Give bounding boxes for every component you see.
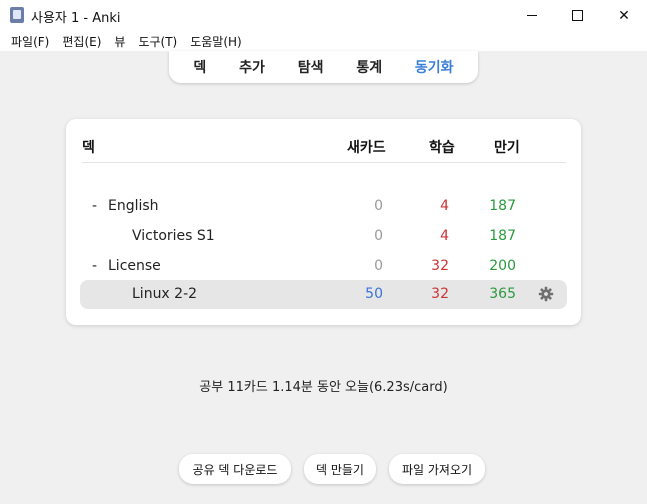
minimize-icon — [527, 15, 537, 16]
deck-name[interactable]: Linux 2-2 — [132, 286, 197, 302]
header-due: 만기 — [494, 140, 520, 156]
create-deck-button[interactable]: 덱 만들기 — [304, 454, 376, 484]
new-count: 0 — [374, 228, 383, 244]
header-deck: 덱 — [82, 140, 95, 156]
new-count: 50 — [365, 286, 383, 302]
title-bar: 사용자 1 - Anki ✕ — [0, 0, 647, 32]
main-content: 덱 추가 탐색 통계 동기화 덱 새카드 학습 만기 - English 0 4… — [0, 51, 647, 504]
menu-tools[interactable]: 도구(T) — [138, 33, 177, 50]
deck-name[interactable]: English — [108, 198, 159, 214]
due-count: 187 — [489, 198, 516, 214]
menu-help[interactable]: 도움말(H) — [190, 33, 242, 50]
menu-file[interactable]: 파일(F) — [11, 33, 49, 50]
header-new: 새카드 — [347, 140, 386, 156]
menu-edit[interactable]: 편집(E) — [62, 33, 101, 50]
deck-row-victories-s1[interactable]: Victories S1 0 4 187 — [80, 222, 567, 251]
top-toolbar: 덱 추가 탐색 통계 동기화 — [169, 51, 478, 83]
header-learn: 학습 — [429, 140, 455, 156]
due-count: 200 — [489, 258, 516, 274]
due-count: 365 — [489, 286, 516, 302]
deck-name[interactable]: Victories S1 — [132, 228, 215, 244]
tab-add[interactable]: 추가 — [239, 57, 265, 77]
deck-row-license[interactable]: - License 0 32 200 — [80, 252, 567, 281]
learn-count: 32 — [431, 286, 449, 302]
maximize-button[interactable] — [554, 0, 600, 31]
menu-bar: 파일(F) 편집(E) 뷰 도구(T) 도움말(H) — [0, 31, 647, 51]
close-icon: ✕ — [618, 7, 630, 24]
tab-decks[interactable]: 덱 — [193, 57, 206, 77]
learn-count: 32 — [431, 258, 449, 274]
close-button[interactable]: ✕ — [601, 0, 647, 31]
import-file-button[interactable]: 파일 가져오기 — [389, 454, 485, 484]
get-shared-button[interactable]: 공유 덱 다운로드 — [179, 454, 291, 484]
learn-count: 4 — [440, 198, 449, 214]
due-count: 187 — [489, 228, 516, 244]
window-title: 사용자 1 - Anki — [31, 11, 121, 26]
deck-row-english[interactable]: - English 0 4 187 — [80, 192, 567, 221]
collapse-toggle[interactable]: - — [92, 258, 97, 274]
deck-row-linux-2-2[interactable]: Linux 2-2 50 32 365 — [80, 280, 567, 309]
tab-sync[interactable]: 동기화 — [415, 57, 454, 77]
minimize-button[interactable] — [509, 0, 555, 31]
header-divider — [82, 162, 566, 163]
tab-browse[interactable]: 탐색 — [298, 57, 324, 77]
new-count: 0 — [374, 258, 383, 274]
studied-today-text: 공부 11카드 1.14분 동안 오늘(6.23s/card) — [199, 380, 448, 395]
new-count: 0 — [374, 198, 383, 214]
anki-app-icon — [10, 7, 24, 23]
gear-icon[interactable] — [538, 286, 554, 302]
learn-count: 4 — [440, 228, 449, 244]
maximize-icon — [571, 10, 583, 21]
collapse-toggle[interactable]: - — [92, 198, 97, 214]
tab-stats[interactable]: 통계 — [356, 57, 382, 77]
deck-name[interactable]: License — [108, 258, 161, 274]
deck-list-panel: 덱 새카드 학습 만기 - English 0 4 187 Victories … — [66, 119, 581, 325]
menu-view[interactable]: 뷰 — [114, 33, 125, 50]
